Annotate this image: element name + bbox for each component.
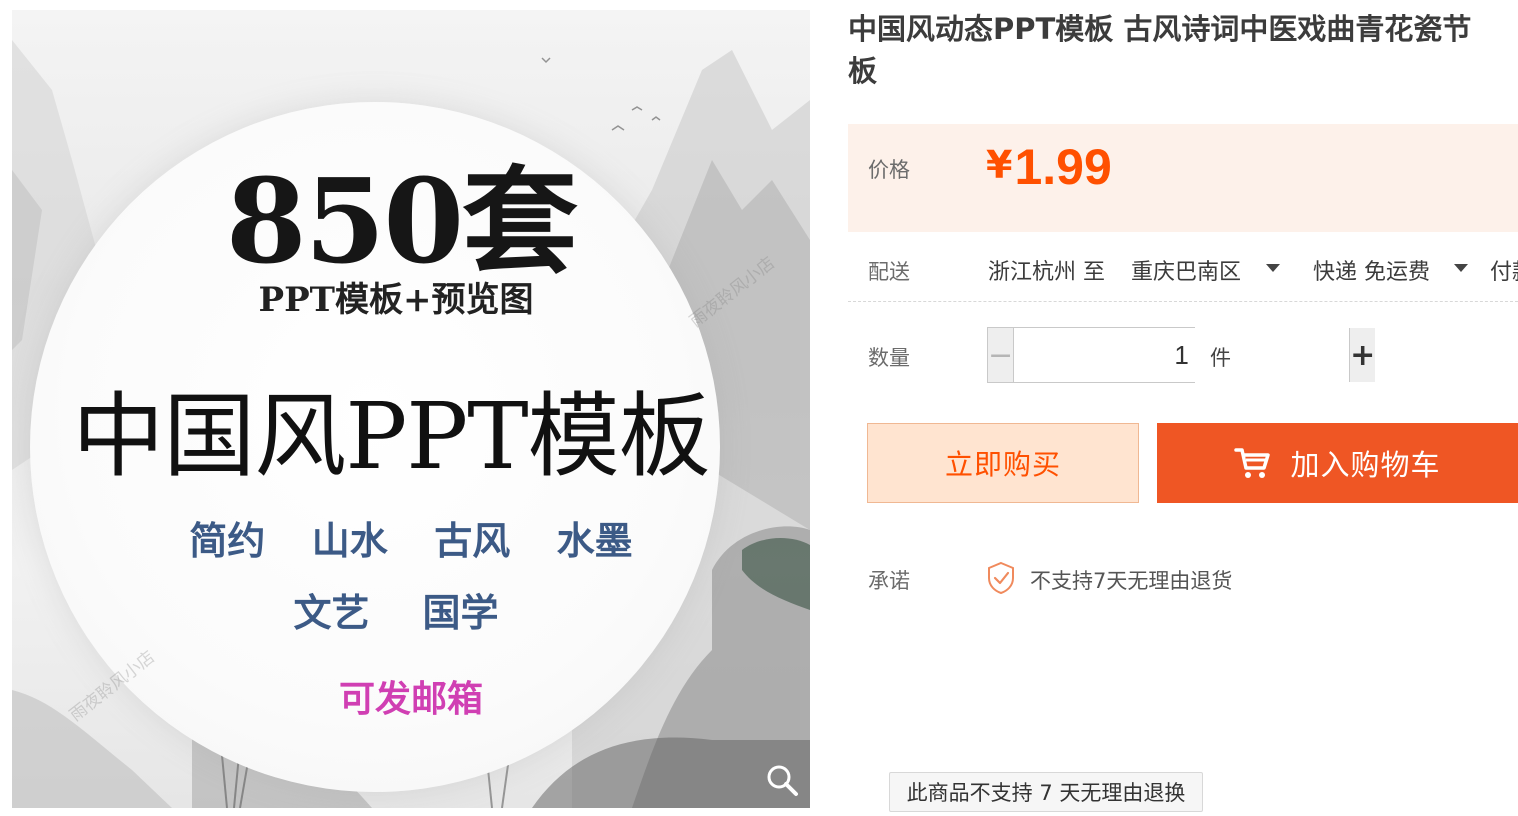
shipping-origin: 浙江杭州 至 (988, 260, 1105, 285)
shield-check-icon (988, 561, 1014, 595)
image-sub-title: PPT模板+预览图 (258, 280, 534, 320)
quantity-input[interactable] (1014, 328, 1350, 382)
price-panel: 价格 ¥1.99 (848, 124, 1518, 232)
shipping-method-select[interactable]: 快递 免运费 (1313, 254, 1430, 286)
image-tags-row-2: 文艺 国学 (293, 590, 499, 635)
product-title-line-1: 中国风动态PPT模板 古风诗词中医戏曲青花瓷节 (848, 12, 1472, 46)
currency-symbol: ¥ (986, 143, 1013, 187)
image-main-title: 中国风PPT模板 (72, 383, 710, 490)
price-amount: 1.99 (1014, 139, 1112, 195)
product-title: 中国风动态PPT模板 古风诗词中医戏曲青花瓷节 板 (848, 8, 1518, 92)
add-to-cart-button[interactable]: 加入购物车 (1157, 423, 1518, 503)
quantity-label: 数量 (868, 346, 910, 370)
image-count-title: 850套 (225, 154, 578, 290)
chevron-down-icon[interactable] (1266, 264, 1280, 272)
image-tags-row-1: 简约 山水 古风 水墨 (189, 518, 633, 563)
product-image[interactable]: 850套 PPT模板+预览图 中国风PPT模板 简约 山水 古风 水墨 文艺 国… (12, 10, 810, 808)
add-to-cart-label: 加入购物车 (1290, 448, 1441, 482)
zoom-icon[interactable] (764, 762, 800, 798)
quantity-unit: 件 (1210, 346, 1231, 370)
promise-text: 不支持7天无理由退货 (1030, 569, 1233, 593)
promise-label: 承诺 (868, 569, 910, 593)
shipping-payment-text: 付款 (1490, 260, 1518, 285)
shipping-label: 配送 (868, 260, 910, 284)
quantity-increase-button[interactable]: + (1349, 328, 1376, 382)
price-label: 价格 (868, 158, 910, 182)
return-policy-tooltip: 此商品不支持 7 天无理由退换 (889, 772, 1203, 812)
buy-now-button[interactable]: 立即购买 (867, 423, 1139, 503)
cart-icon (1234, 448, 1271, 478)
price-value: ¥1.99 (986, 138, 1112, 196)
shipping-destination-select[interactable]: 重庆巴南区 (1131, 254, 1241, 286)
chevron-down-icon[interactable] (1454, 264, 1468, 272)
quantity-decrease-button[interactable]: − (988, 328, 1015, 382)
product-title-line-2: 板 (848, 54, 878, 88)
quantity-stepper: − + (987, 327, 1376, 383)
shipping-row: 配送 浙江杭州 至 重庆巴南区 快递 免运费 付款 (848, 238, 1518, 302)
